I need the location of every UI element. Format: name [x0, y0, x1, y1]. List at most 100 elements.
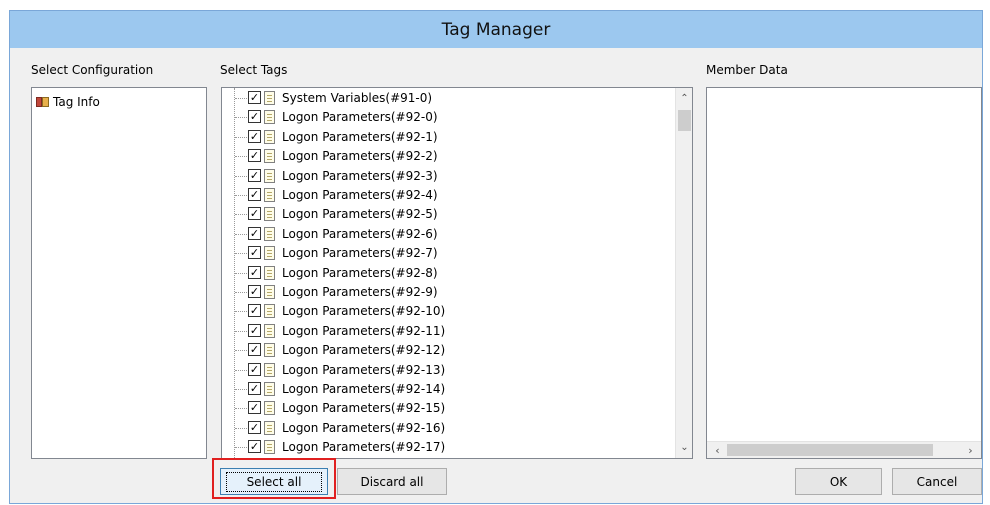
tag-label: Logon Parameters(#92-0) — [282, 110, 438, 125]
document-icon — [264, 420, 275, 435]
tree-branch-line — [235, 369, 247, 371]
discard-all-label: Discard all — [360, 474, 424, 489]
tag-checkbox[interactable]: ✓ — [248, 343, 261, 357]
config-item-tag-info[interactable]: Tag Info — [36, 94, 100, 110]
tag-checkbox[interactable]: ✓ — [248, 129, 261, 143]
tag-row[interactable]: ✓ Logon Parameters(#92-8) — [222, 264, 672, 283]
tag-row[interactable]: ✓ Logon Parameters(#92-5) — [222, 205, 672, 224]
tag-row[interactable]: ✓ Logon Parameters(#92-3) — [222, 167, 672, 186]
tag-checkbox[interactable]: ✓ — [248, 110, 261, 124]
tag-label: Logon Parameters(#92-9) — [282, 285, 438, 299]
tag-checkbox[interactable]: ✓ — [248, 265, 261, 279]
tag-label: System Variables(#91-0) — [282, 91, 433, 105]
scroll-thumb[interactable] — [678, 110, 691, 131]
tag-row[interactable]: ✓ Logon Parameters(#92-2) — [222, 147, 672, 166]
tag-checkbox[interactable]: ✓ — [248, 323, 261, 337]
select-all-highlight-box — [212, 458, 336, 499]
ok-label: OK — [829, 474, 848, 489]
tag-row[interactable]: ✓ Logon Parameters(#92-1) — [222, 128, 672, 147]
document-icon — [264, 323, 275, 338]
tag-checkbox[interactable]: ✓ — [248, 168, 261, 182]
tag-row[interactable]: ✓ Logon Parameters(#92-11) — [222, 322, 672, 341]
document-icon — [264, 246, 275, 261]
document-icon — [264, 226, 275, 241]
select-configuration-label: Select Configuration — [31, 63, 154, 77]
tree-branch-line — [235, 408, 247, 410]
tree-branch-line — [235, 233, 247, 235]
tag-label: Logon Parameters(#92-13) — [282, 362, 446, 377]
horizontal-scroll-thumb[interactable] — [727, 444, 933, 456]
tag-row[interactable]: ✓ Logon Parameters(#92-17) — [222, 438, 672, 457]
tree-branch-line — [235, 253, 247, 255]
tree-branch-line — [235, 389, 247, 390]
book-icon — [36, 96, 50, 108]
tag-checkbox[interactable]: ✓ — [248, 285, 261, 298]
tag-label: Logon Parameters(#92-16) — [282, 420, 446, 435]
tree-branch-line — [235, 272, 247, 274]
tree-branch-line — [235, 330, 247, 332]
tag-row[interactable]: ✓ Logon Parameters(#92-7) — [222, 244, 672, 263]
document-icon — [264, 362, 275, 377]
tag-label: Logon Parameters(#92-6) — [282, 226, 438, 241]
tag-label: Logon Parameters(#92-7) — [282, 246, 438, 261]
tag-checkbox[interactable]: ✓ — [248, 226, 261, 240]
tree-branch-line — [235, 195, 247, 196]
document-icon — [264, 110, 275, 125]
tree-branch-line — [235, 427, 247, 429]
member-data-label: Member Data — [706, 63, 788, 77]
tag-checkbox[interactable]: ✓ — [248, 188, 261, 201]
tag-row[interactable]: ✓ Logon Parameters(#92-13) — [222, 361, 672, 380]
tag-checkbox[interactable]: ✓ — [248, 382, 261, 395]
scroll-up-icon[interactable]: ⌃ — [676, 90, 692, 107]
scroll-right-icon[interactable]: › — [962, 442, 979, 458]
tag-row[interactable]: ✓ Logon Parameters(#92-16) — [222, 419, 672, 438]
tag-row[interactable]: ✓ Logon Parameters(#92-14) — [222, 380, 672, 399]
tags-tree[interactable]: ✓ System Variables(#91-0) ✓ Logon Parameter… — [221, 87, 693, 459]
scroll-down-icon[interactable]: ⌄ — [676, 439, 692, 456]
tag-label: Logon Parameters(#92-10) — [282, 304, 446, 319]
tag-row[interactable]: ✓ Logon Parameters(#92-6) — [222, 225, 672, 244]
member-data-panel: ‹ › — [706, 87, 982, 459]
cancel-label: Cancel — [916, 474, 958, 489]
document-icon — [264, 168, 275, 183]
tag-row[interactable]: ✓ Logon Parameters(#92-15) — [222, 399, 672, 418]
config-item-label: Tag Info — [53, 95, 100, 109]
tag-checkbox[interactable]: ✓ — [248, 149, 261, 163]
tree-branch-line — [235, 214, 247, 216]
discard-all-button[interactable]: Discard all — [337, 468, 447, 495]
tag-checkbox[interactable]: ✓ — [248, 440, 261, 454]
member-data-horizontal-scrollbar[interactable]: ‹ › — [707, 441, 981, 458]
cancel-button[interactable]: Cancel — [892, 468, 982, 495]
document-icon — [264, 304, 275, 319]
tag-checkbox[interactable]: ✓ — [248, 207, 261, 221]
document-icon — [264, 265, 275, 280]
tag-label: Logon Parameters(#92-2) — [282, 149, 438, 164]
tag-label: Logon Parameters(#92-11) — [282, 323, 446, 338]
tags-vertical-scrollbar[interactable]: ⌃ ⌄ — [675, 88, 692, 458]
tag-checkbox[interactable]: ✓ — [248, 91, 261, 104]
configuration-tree[interactable]: Tag Info — [31, 87, 207, 459]
tag-row[interactable]: ✓ Logon Parameters(#92-9) — [222, 283, 672, 302]
document-icon — [264, 343, 275, 358]
tag-checkbox[interactable]: ✓ — [248, 246, 261, 260]
tag-label: Logon Parameters(#92-14) — [282, 382, 446, 396]
tag-checkbox[interactable]: ✓ — [248, 362, 261, 376]
tag-row[interactable]: ✓ Logon Parameters(#92-0) — [222, 108, 672, 127]
tag-checkbox[interactable]: ✓ — [248, 401, 261, 415]
document-icon — [264, 382, 275, 396]
tag-row[interactable]: ✓ System Variables(#91-0) — [222, 89, 672, 108]
tree-branch-line — [235, 175, 247, 177]
tree-branch-line — [235, 350, 247, 352]
tag-checkbox[interactable]: ✓ — [248, 304, 261, 318]
scroll-left-icon[interactable]: ‹ — [709, 442, 726, 458]
title-bar: Tag Manager — [10, 11, 982, 48]
tag-row[interactable]: ✓ Logon Parameters(#92-12) — [222, 341, 672, 360]
tag-row[interactable]: ✓ Logon Parameters(#92-4) — [222, 186, 672, 205]
tag-label: Logon Parameters(#92-8) — [282, 265, 438, 280]
tag-row[interactable]: ✓ Logon Parameters(#92-10) — [222, 302, 672, 321]
ok-button[interactable]: OK — [795, 468, 882, 495]
document-icon — [264, 401, 275, 416]
tag-checkbox[interactable]: ✓ — [248, 420, 261, 434]
document-icon — [264, 129, 275, 144]
select-tags-label: Select Tags — [220, 63, 288, 77]
